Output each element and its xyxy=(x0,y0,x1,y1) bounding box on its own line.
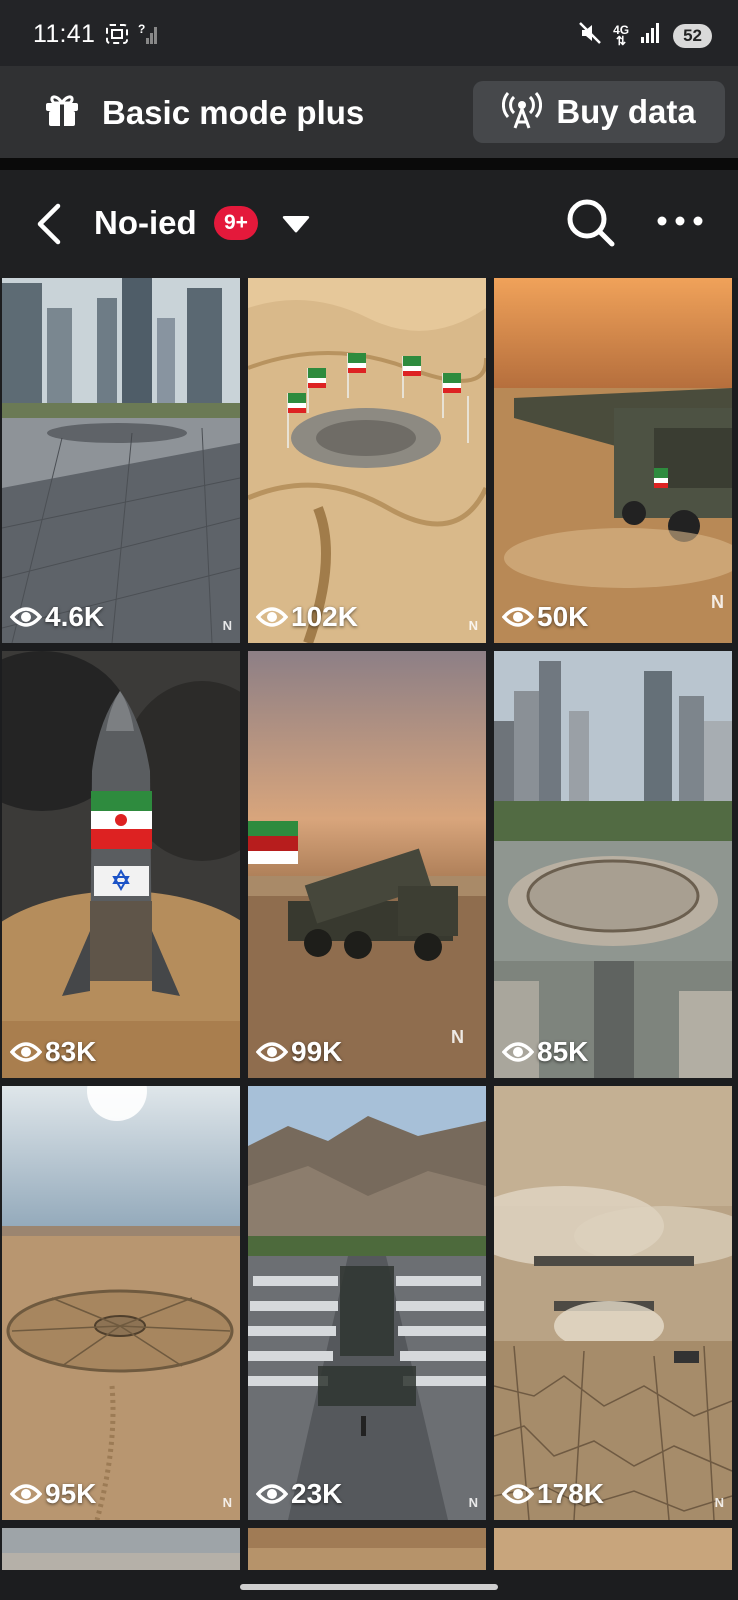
app-header: No-ied 9+ xyxy=(0,170,738,278)
video-tile[interactable] xyxy=(494,1528,732,1570)
gesture-navigation-area xyxy=(0,1570,738,1600)
watermark-label: N xyxy=(222,1495,232,1510)
view-count-label: 99K xyxy=(291,1036,343,1067)
view-count-label: 83K xyxy=(45,1036,97,1067)
eye-icon xyxy=(256,607,288,627)
eye-icon xyxy=(502,607,534,627)
view-count: 4.6K xyxy=(10,601,104,633)
banner-divider xyxy=(0,158,738,170)
view-count-label: 23K xyxy=(291,1478,343,1509)
notification-badge[interactable]: 9+ xyxy=(214,206,258,240)
view-count: 99K xyxy=(256,1036,342,1068)
thumbnail-image xyxy=(494,1086,732,1520)
video-tile[interactable]: 23K N xyxy=(248,1086,486,1520)
video-tile[interactable]: 178K N xyxy=(494,1086,732,1520)
thumbnail-image xyxy=(2,1528,240,1570)
video-tile[interactable] xyxy=(248,1528,486,1570)
view-count-label: 178K xyxy=(537,1478,604,1509)
screenshot-icon xyxy=(104,22,130,51)
more-options-button[interactable] xyxy=(656,206,704,236)
eye-icon xyxy=(256,1484,288,1504)
gift-icon xyxy=(44,93,80,132)
status-time: 11:41 xyxy=(33,20,96,48)
view-count-label: 50K xyxy=(537,601,589,632)
antenna-icon xyxy=(502,90,543,135)
home-gesture-bar[interactable] xyxy=(240,1584,498,1590)
video-tile[interactable]: 4.6K N xyxy=(2,278,240,643)
thumbnail-image xyxy=(248,651,486,1078)
eye-icon xyxy=(10,1484,42,1504)
eye-icon xyxy=(256,1042,288,1062)
buy-data-button[interactable]: Buy data xyxy=(473,81,725,143)
data-arrows-icon: ⇅ xyxy=(616,33,627,48)
basic-mode-label-group[interactable]: Basic mode plus xyxy=(44,93,364,132)
view-count: 83K xyxy=(10,1036,96,1068)
watermark-label: N xyxy=(468,618,478,633)
view-count: 85K xyxy=(502,1036,588,1068)
view-count: 178K xyxy=(502,1478,604,1510)
signal-question-icon: ? xyxy=(138,22,160,51)
thumbnail-image xyxy=(2,651,240,1078)
caret-down-icon[interactable] xyxy=(280,214,312,241)
back-button[interactable] xyxy=(30,200,70,248)
video-tile[interactable]: 99K N xyxy=(248,651,486,1078)
view-count: 23K xyxy=(256,1478,342,1510)
basic-mode-title: Basic mode plus xyxy=(102,93,365,131)
view-count: 95K xyxy=(10,1478,96,1510)
video-tile[interactable]: 102K N xyxy=(248,278,486,643)
eye-icon xyxy=(502,1484,534,1504)
video-tile[interactable]: 85K xyxy=(494,651,732,1078)
thumbnail-image xyxy=(494,1528,732,1570)
search-button[interactable] xyxy=(564,196,618,250)
view-count-label: 95K xyxy=(45,1478,97,1509)
watermark-label: N xyxy=(451,1027,464,1047)
watermark-label: N xyxy=(468,1495,478,1510)
video-tile[interactable] xyxy=(2,1528,240,1570)
mute-icon xyxy=(577,20,603,51)
thumbnail-image xyxy=(248,1528,486,1570)
page-title[interactable]: No-ied xyxy=(94,204,197,242)
svg-text:?: ? xyxy=(138,22,145,36)
thumbnail-image xyxy=(494,651,732,1078)
watermark-label: N xyxy=(714,1495,724,1510)
status-left-icons: ? xyxy=(104,22,160,51)
back-arrow-icon xyxy=(37,203,61,245)
buy-data-label: Buy data xyxy=(556,93,696,130)
more-dots-icon xyxy=(657,216,703,226)
video-tile[interactable]: 50K N xyxy=(494,278,732,643)
status-right-icons: 4G ⇅ 52 xyxy=(577,20,712,51)
eye-icon xyxy=(502,1042,534,1062)
search-icon xyxy=(567,199,615,247)
thumbnail-image xyxy=(2,1086,240,1520)
thumbnail-image xyxy=(2,278,240,643)
network-type: 4G ⇅ xyxy=(613,24,629,48)
video-tile[interactable]: 95K N xyxy=(2,1086,240,1520)
video-grid: 4.6K N 102K N 50K N 83K 99K N 85K 95K N … xyxy=(0,278,738,1570)
signal-icon xyxy=(639,21,663,50)
view-count-label: 4.6K xyxy=(45,601,105,632)
view-count-label: 102K xyxy=(291,601,358,632)
thumbnail-image xyxy=(248,1086,486,1520)
basic-mode-banner: Basic mode plus Buy data xyxy=(0,66,738,158)
thumbnail-image xyxy=(494,278,732,643)
view-count: 102K xyxy=(256,601,358,633)
battery-indicator: 52 xyxy=(673,23,712,48)
status-bar: 11:41 ? 4G ⇅ 52 xyxy=(0,0,738,66)
thumbnail-image xyxy=(248,278,486,643)
video-tile[interactable]: 83K xyxy=(2,651,240,1078)
view-count: 50K xyxy=(502,601,588,633)
eye-icon xyxy=(10,1042,42,1062)
eye-icon xyxy=(10,607,42,627)
view-count-label: 85K xyxy=(537,1036,589,1067)
watermark-label: N xyxy=(711,592,724,612)
watermark-label: N xyxy=(222,618,232,633)
